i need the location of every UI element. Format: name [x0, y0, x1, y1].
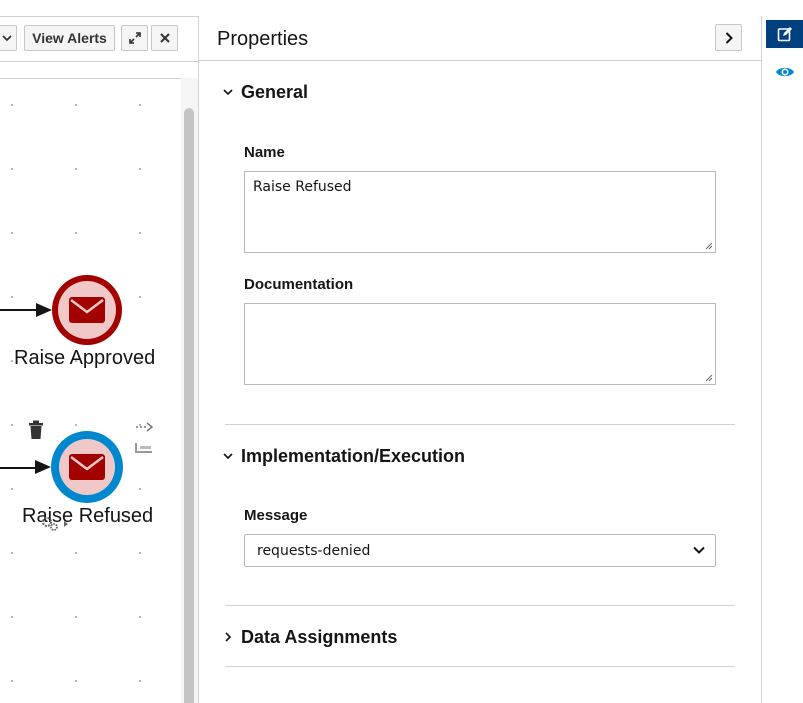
chevron-down-icon [693, 546, 705, 554]
section-data-assignments-label: Data Assignments [241, 626, 398, 647]
arrowhead-icon [36, 303, 52, 317]
documentation-field[interactable] [244, 303, 716, 385]
canvas-toolbar: View Alerts [0, 16, 198, 62]
chevron-right-icon [725, 31, 733, 44]
eye-icon [776, 67, 794, 77]
expand-icon [128, 32, 141, 44]
chevron-down-icon [223, 89, 233, 96]
documentation-label: Documentation [244, 276, 354, 293]
properties-panel: Properties General Name Raise Refused Do… [199, 16, 761, 703]
resize-grip-icon[interactable] [705, 242, 713, 250]
diagram-canvas[interactable] [0, 78, 181, 703]
envelope-icon [69, 297, 105, 323]
section-implementation-toggle[interactable]: Implementation/Execution [223, 444, 465, 468]
section-data-assignments-toggle[interactable]: Data Assignments [223, 625, 397, 649]
expand-button[interactable] [121, 25, 148, 51]
trash-icon[interactable] [28, 420, 44, 440]
name-label: Name [244, 144, 285, 161]
message-select-value: requests-denied [257, 542, 371, 559]
chevron-down-icon [223, 453, 233, 460]
message-label: Message [244, 507, 308, 524]
close-icon [159, 33, 170, 43]
sequence-flow[interactable] [0, 309, 38, 311]
properties-header: Properties [199, 16, 761, 61]
section-general-toggle[interactable]: General [223, 80, 308, 104]
morph-icon[interactable] [134, 442, 154, 454]
section-divider [225, 605, 735, 606]
edit-icon [777, 27, 792, 42]
message-select[interactable]: requests-denied [244, 534, 716, 567]
node-label: Raise Approved [14, 347, 156, 369]
resize-grip-icon[interactable] [705, 374, 713, 382]
sequence-flow[interactable] [0, 467, 36, 469]
section-divider [225, 424, 735, 425]
close-button[interactable] [151, 25, 178, 51]
arrowhead-icon [35, 460, 51, 474]
chevron-right-icon [225, 632, 232, 642]
preview-tab-button[interactable] [766, 58, 803, 86]
name-field-value: Raise Refused [253, 179, 352, 195]
raise-refused-node[interactable] [51, 431, 123, 503]
view-alerts-button[interactable]: View Alerts [24, 25, 115, 51]
section-implementation-label: Implementation/Execution [241, 445, 466, 466]
diagram-canvas-pane: View Alerts Raise Approved Raise Refused [0, 0, 198, 703]
envelope-icon [69, 454, 105, 480]
section-general-label: General [241, 81, 309, 102]
toolbar-dropdown-button[interactable] [0, 25, 17, 51]
properties-tab-button[interactable] [766, 20, 803, 48]
chevron-down-icon [1, 35, 12, 42]
side-rail [761, 16, 803, 703]
scrollbar-thumb[interactable] [184, 108, 194, 703]
raise-approved-node[interactable] [52, 275, 122, 345]
connector-icon[interactable] [136, 422, 154, 432]
section-divider [225, 666, 735, 667]
properties-title: Properties [217, 28, 309, 50]
name-field[interactable]: Raise Refused [244, 171, 716, 253]
collapse-panel-button[interactable] [715, 24, 742, 51]
gear-icon[interactable] [40, 516, 70, 532]
